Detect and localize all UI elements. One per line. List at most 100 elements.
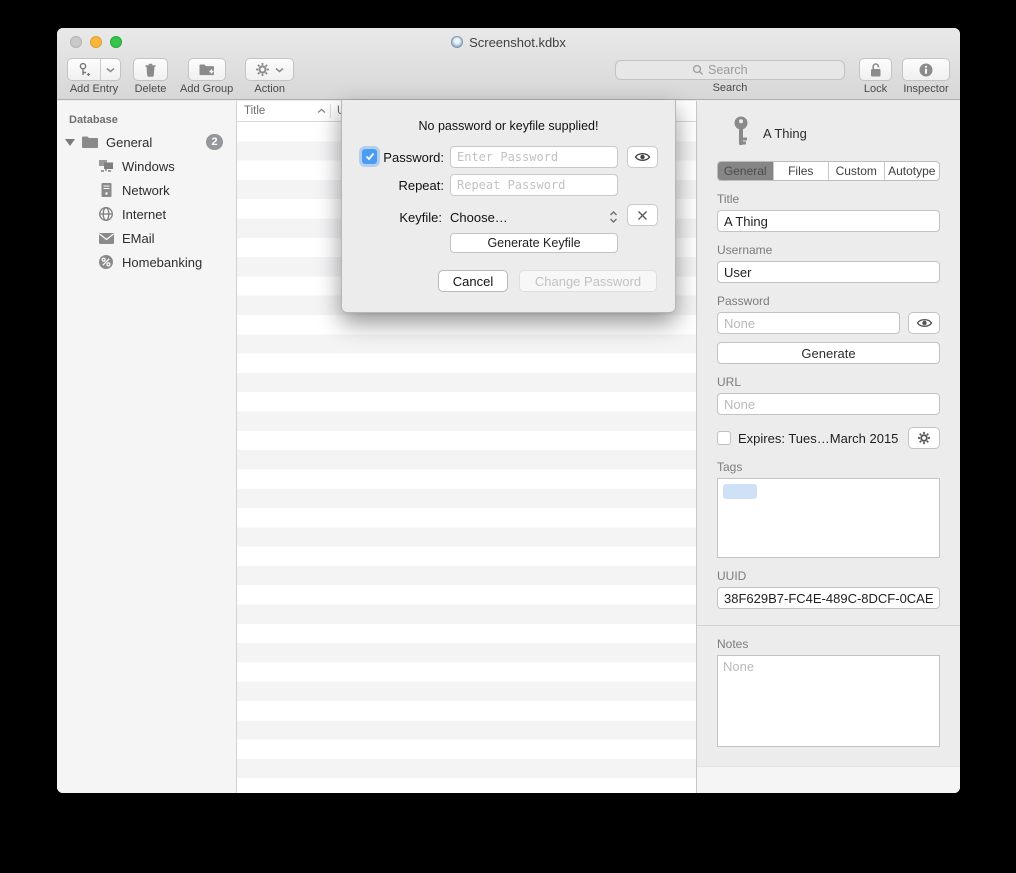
- sheet-repeat-input[interactable]: [450, 174, 618, 196]
- sidebar-item-label: Windows: [122, 159, 175, 174]
- password-input[interactable]: [717, 312, 900, 334]
- sheet-reveal-password-button[interactable]: [627, 146, 658, 168]
- reveal-password-button[interactable]: [908, 312, 940, 334]
- popup-stepper-icon: [609, 210, 618, 224]
- sidebar-item-network[interactable]: Network: [57, 178, 236, 202]
- tab-autotype[interactable]: Autotype: [884, 162, 940, 180]
- sidebar-item-windows[interactable]: Windows: [57, 154, 236, 178]
- sheet-password-input[interactable]: [450, 146, 618, 168]
- notes-field-label: Notes: [717, 637, 940, 651]
- sidebar: Database General 2 Windows: [57, 101, 237, 793]
- inspector-fields: A Thing General Files Custom Autotype Ti…: [697, 101, 960, 609]
- keyfile-popup[interactable]: Choose…: [450, 206, 618, 228]
- sidebar-item-label: Network: [122, 183, 170, 198]
- disclosure-triangle-icon[interactable]: [65, 139, 75, 146]
- tags-field-label: Tags: [717, 460, 940, 474]
- server-icon: [97, 182, 115, 198]
- add-group-group: Add Group: [180, 58, 233, 95]
- search-field[interactable]: [615, 60, 845, 80]
- expires-checkbox[interactable]: [717, 431, 731, 445]
- sheet-password-label: Password:: [344, 150, 444, 165]
- sheet-repeat-label: Repeat:: [344, 178, 444, 193]
- change-password-button: Change Password: [519, 270, 657, 292]
- key-icon: [731, 115, 751, 151]
- folder-plus-icon: [198, 62, 216, 77]
- delete-label: Delete: [135, 83, 167, 95]
- gear-icon: [255, 62, 270, 77]
- add-entry-button[interactable]: [67, 58, 121, 81]
- sidebar-item-general[interactable]: General 2: [57, 130, 236, 154]
- expires-settings-button[interactable]: [908, 427, 940, 449]
- generate-keyfile-button[interactable]: Generate Keyfile: [450, 233, 618, 253]
- username-field-label: Username: [717, 243, 940, 257]
- title-input[interactable]: [717, 210, 940, 232]
- uuid-field-label: UUID: [717, 569, 940, 583]
- sidebar-item-label: Internet: [122, 207, 166, 222]
- keyfile-clear-button[interactable]: [627, 204, 658, 226]
- lock-button[interactable]: [859, 58, 892, 81]
- add-entry-group: Add Entry: [67, 58, 121, 95]
- add-group-button[interactable]: [188, 58, 226, 81]
- tab-general[interactable]: General: [718, 162, 773, 180]
- toolbar-right: Search Lock: [615, 58, 950, 95]
- eye-icon: [634, 151, 651, 163]
- trash-icon: [143, 62, 158, 78]
- search-label: Search: [713, 82, 748, 94]
- entry-title: A Thing: [763, 126, 807, 141]
- delete-button[interactable]: [133, 58, 168, 81]
- document-icon: [451, 36, 463, 48]
- add-group-label: Add Group: [180, 83, 233, 95]
- globe-icon: [97, 206, 115, 222]
- sort-ascending-icon: [317, 108, 326, 114]
- delete-group: Delete: [133, 58, 168, 95]
- tag-token[interactable]: [723, 484, 757, 499]
- generate-password-button[interactable]: Generate: [717, 342, 940, 364]
- toolbar: Add Entry Delete: [57, 56, 960, 100]
- uuid-input[interactable]: [717, 587, 940, 609]
- column-header-title[interactable]: Title: [237, 105, 330, 117]
- windows-icon: [97, 158, 115, 174]
- inspector-group: Inspector: [902, 58, 950, 95]
- sidebar-section-header: Database: [57, 111, 236, 130]
- action-group: Action: [245, 58, 294, 95]
- inspector-tabs: General Files Custom Autotype: [717, 161, 940, 181]
- url-input[interactable]: [717, 393, 940, 415]
- sidebar-item-homebanking[interactable]: Homebanking: [57, 250, 236, 274]
- username-input[interactable]: [717, 261, 940, 283]
- change-password-sheet: No password or keyfile supplied! Passwor…: [341, 100, 676, 313]
- action-button[interactable]: [245, 58, 294, 81]
- entry-count-badge: 2: [206, 134, 223, 150]
- key-plus-icon: [68, 59, 100, 80]
- app-window: Screenshot.kdbx Add Entry: [57, 28, 960, 793]
- sidebar-item-label: EMail: [122, 231, 155, 246]
- expires-row: Expires: Tues…March 2015: [717, 427, 940, 449]
- entry-header: A Thing: [731, 115, 940, 151]
- action-label: Action: [254, 83, 285, 95]
- percent-coin-icon: [97, 254, 115, 270]
- notes-section: Notes: [697, 626, 960, 752]
- cancel-button[interactable]: Cancel: [438, 270, 508, 292]
- add-entry-chevron-icon[interactable]: [100, 59, 120, 80]
- url-field-label: URL: [717, 375, 940, 389]
- sidebar-item-internet[interactable]: Internet: [57, 202, 236, 226]
- window-title: Screenshot.kdbx: [469, 35, 566, 50]
- gear-icon: [917, 431, 931, 445]
- inspector-button[interactable]: [902, 58, 950, 81]
- search-input[interactable]: [708, 63, 768, 77]
- sidebar-item-label: Homebanking: [122, 255, 202, 270]
- info-icon: [918, 62, 934, 78]
- eye-icon: [916, 317, 933, 329]
- window-chrome: Screenshot.kdbx Add Entry: [57, 28, 960, 100]
- search-group: Search: [615, 58, 845, 94]
- inspector-panel: A Thing General Files Custom Autotype Ti…: [696, 101, 960, 793]
- inspector-label: Inspector: [903, 83, 948, 95]
- tab-custom[interactable]: Custom: [828, 162, 884, 180]
- tags-box[interactable]: [717, 478, 940, 558]
- tab-files[interactable]: Files: [773, 162, 829, 180]
- inspector-footer: [697, 766, 960, 793]
- notes-textarea[interactable]: [717, 655, 940, 747]
- sidebar-item-email[interactable]: EMail: [57, 226, 236, 250]
- open-padlock-icon: [868, 62, 883, 78]
- title-field-label: Title: [717, 192, 940, 206]
- expires-label: Expires: Tues…March 2015: [738, 431, 898, 446]
